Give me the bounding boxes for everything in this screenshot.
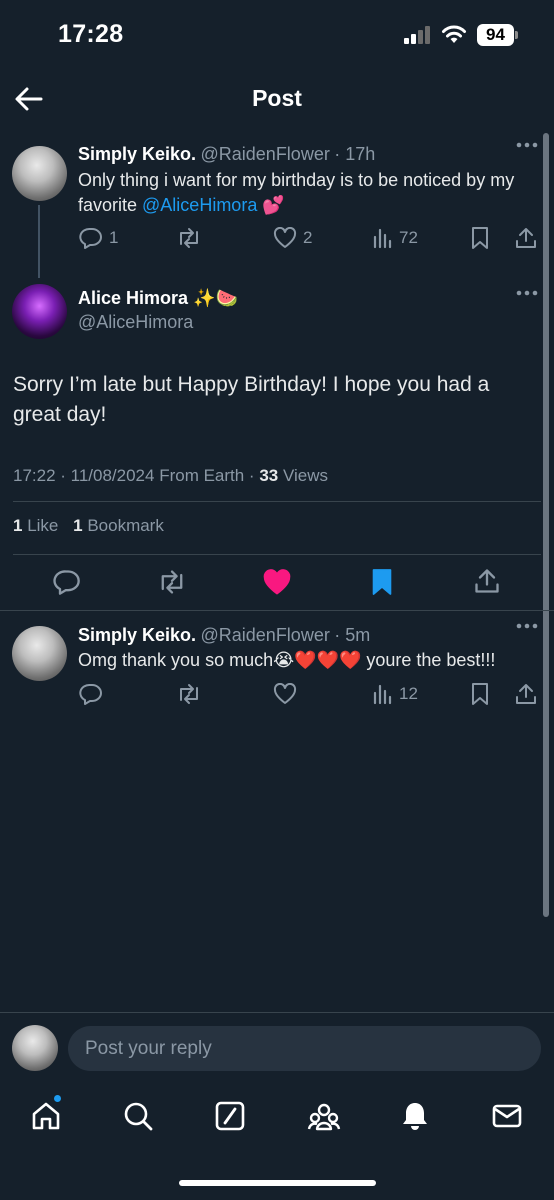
post-author-line: Simply Keiko. @RaidenFlower · 17h — [78, 144, 375, 165]
more-icon — [516, 290, 538, 296]
repost-icon — [180, 684, 198, 704]
bookmarks-stat[interactable]: 1 Bookmark — [73, 516, 164, 535]
home-icon — [32, 1102, 60, 1130]
communities-icon — [307, 1103, 341, 1131]
reply-button[interactable] — [53, 569, 81, 595]
views-count: 33 — [259, 466, 279, 485]
views-button[interactable]: 72 — [373, 227, 418, 249]
like-icon — [273, 683, 297, 704]
like-count: 2 — [303, 228, 313, 247]
divider — [0, 1012, 554, 1013]
nav-search[interactable] — [122, 1100, 154, 1132]
divider — [13, 501, 541, 502]
like-icon — [263, 569, 291, 595]
nav-notifications[interactable] — [399, 1100, 431, 1132]
bookmark-button[interactable] — [470, 682, 490, 706]
nav-communities[interactable] — [307, 1100, 341, 1132]
handle[interactable]: @RaidenFlower — [201, 625, 330, 645]
nav-grok[interactable] — [214, 1100, 246, 1132]
views-button[interactable]: 12 — [373, 683, 418, 705]
divider — [0, 610, 554, 611]
post-text: Sorry I’m late but Happy Birthday! I hop… — [13, 373, 490, 426]
nav-home[interactable] — [30, 1100, 62, 1132]
divider — [13, 554, 541, 555]
post-stats: 1 Like 1 Bookmark — [13, 516, 164, 536]
avatar[interactable] — [12, 284, 67, 339]
display-name[interactable]: Alice Himora ✨🍉 — [78, 288, 238, 309]
likes-stat[interactable]: 1 Like — [13, 516, 58, 535]
share-button[interactable] — [514, 682, 538, 706]
grok-icon — [215, 1101, 245, 1131]
more-icon — [516, 623, 538, 629]
display-name[interactable]: Simply Keiko. — [78, 625, 196, 645]
share-icon — [516, 228, 536, 248]
repost-button[interactable] — [176, 683, 202, 705]
display-name[interactable]: Simply Keiko. — [78, 144, 196, 164]
views-icon — [373, 228, 392, 249]
repost-icon — [161, 570, 183, 594]
views-count: 12 — [399, 684, 418, 703]
reply-icon — [79, 683, 102, 705]
more-button[interactable] — [516, 142, 538, 148]
status-time: 17:28 — [58, 20, 124, 48]
post-time: · 17h — [334, 144, 376, 164]
page-title: Post — [252, 85, 302, 111]
handle[interactable]: @RaidenFlower — [201, 144, 330, 164]
like-button[interactable] — [273, 683, 297, 705]
notifications-icon — [403, 1103, 427, 1130]
post-text: Omg thank you so much😭❤️❤️❤️ youre the b… — [78, 650, 496, 670]
battery-indicator: 94 — [477, 24, 518, 46]
search-icon — [124, 1102, 153, 1131]
views-count: 72 — [399, 228, 418, 247]
share-button[interactable] — [514, 226, 538, 250]
avatar[interactable] — [12, 626, 67, 681]
avatar[interactable] — [12, 146, 67, 201]
share-button[interactable] — [473, 567, 501, 595]
more-button[interactable] — [516, 623, 538, 629]
share-icon — [516, 684, 536, 704]
share-icon — [475, 569, 499, 593]
messages-icon — [492, 1104, 522, 1128]
views-icon — [373, 684, 392, 705]
like-icon — [273, 227, 297, 248]
like-button[interactable] — [262, 569, 292, 596]
scrollbar[interactable] — [543, 133, 549, 917]
reply-icon — [79, 227, 102, 249]
bookmark-icon — [372, 569, 392, 595]
signal-icon — [404, 26, 432, 44]
post-time: · 5m — [334, 625, 371, 645]
like-button[interactable]: 2 — [273, 227, 312, 249]
repost-icon — [180, 228, 198, 248]
thread-line — [38, 205, 40, 278]
avatar — [12, 1025, 58, 1071]
notification-dot — [53, 1094, 62, 1103]
repost-button[interactable] — [157, 569, 187, 595]
mention-link[interactable]: @AliceHimora — [142, 195, 257, 215]
bookmark-button[interactable] — [370, 567, 394, 597]
bookmark-button[interactable] — [470, 226, 490, 250]
post-author-line: Simply Keiko. @RaidenFlower · 5m — [78, 625, 370, 646]
post-meta: 17:22 · 11/08/2024 From Earth · 33 Views — [13, 466, 329, 485]
post-text: Only thing i want for my birthday is to … — [78, 170, 515, 215]
handle[interactable]: @AliceHimora — [78, 312, 193, 333]
more-button[interactable] — [516, 290, 538, 296]
bookmark-icon — [472, 683, 488, 705]
wifi-icon — [441, 24, 467, 44]
home-indicator — [179, 1180, 376, 1186]
nav-messages[interactable] — [491, 1100, 523, 1132]
reply-input[interactable]: Post your reply — [68, 1026, 541, 1071]
bookmark-icon — [472, 227, 488, 249]
reply-icon — [53, 570, 80, 595]
more-icon — [516, 142, 538, 148]
reply-count: 1 — [109, 228, 119, 247]
repost-button[interactable] — [176, 227, 202, 249]
reply-button[interactable] — [79, 683, 103, 705]
reply-button[interactable]: 1 — [79, 227, 118, 249]
